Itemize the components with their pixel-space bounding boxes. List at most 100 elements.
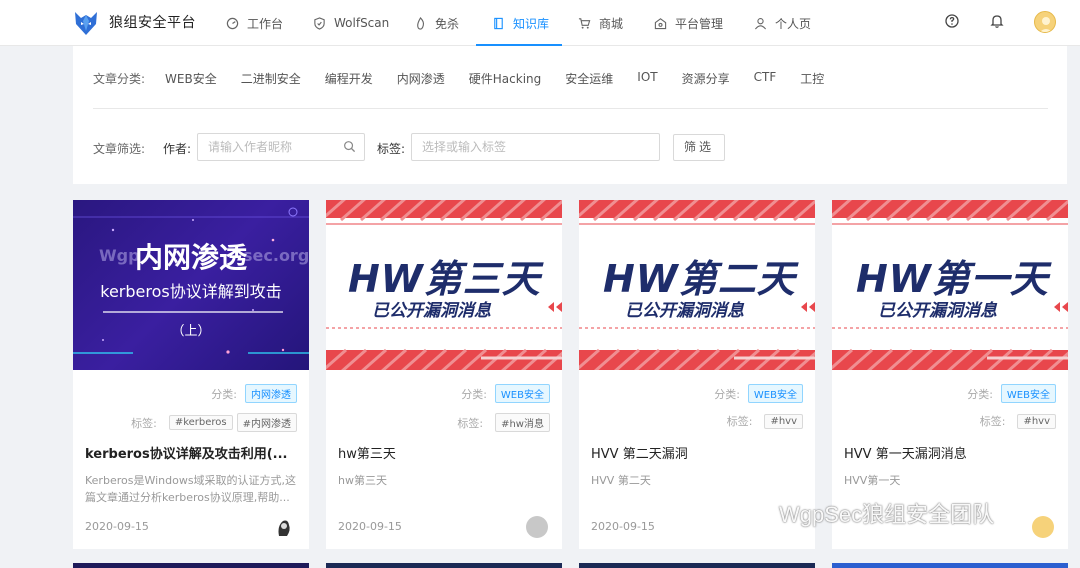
nav-wolfscan-label: WolfScan <box>334 16 390 30</box>
author-input-placeholder: 请输入作者昵称 <box>208 140 293 154</box>
tags-meta-label: 标签: <box>979 415 1006 428</box>
article-thumbnail[interactable]: Wgp sec.org 内网渗透 kerberos协议详解到攻击 （上） <box>73 200 309 370</box>
nav-bypass-label: 免杀 <box>435 16 460 31</box>
category-badge[interactable]: WEB安全 <box>747 384 803 403</box>
tag-badge[interactable]: #内网渗透 <box>236 413 297 432</box>
article-date: 2020-09-15 <box>85 520 149 533</box>
nav-workbench[interactable]: 工作台 <box>226 0 283 46</box>
category-programming[interactable]: 编程开发 <box>325 70 373 87</box>
article-card[interactable]: Wgp sec.org 内网渗透 kerberos协议详解到攻击 （上） 分类:… <box>73 200 309 549</box>
category-label: 文章分类: <box>93 72 146 86</box>
article-description: HVV 第二天 <box>591 474 651 487</box>
tag-input-placeholder: 选择或输入标签 <box>422 140 507 154</box>
author-avatar[interactable] <box>1032 516 1054 538</box>
nav-wolfscan[interactable]: WolfScan <box>313 0 389 46</box>
manage-icon <box>654 17 667 29</box>
article-description: HVV第一天 <box>844 474 901 487</box>
category-hardware[interactable]: 硬件Hacking <box>469 70 541 87</box>
tag-badge[interactable]: #hvv <box>1017 413 1056 429</box>
filter-panel: 文章分类: WEB安全 二进制安全 编程开发 内网渗透 硬件Hacking 安全… <box>73 46 1067 184</box>
cart-icon <box>578 17 591 29</box>
tag-badge[interactable]: #hw消息 <box>495 413 550 432</box>
author-avatar[interactable] <box>526 516 548 538</box>
tag-label: 标签: <box>377 142 406 156</box>
tags-meta-label: 标签: <box>726 415 753 428</box>
article-title[interactable]: hw第三天 <box>338 443 550 462</box>
tags-row: 标签: #kerberos #内网渗透 <box>131 413 297 432</box>
next-card-peek <box>579 563 815 568</box>
article-thumbnail[interactable]: HW第二天 已公开漏洞消息 <box>579 200 815 370</box>
category-web[interactable]: WEB安全 <box>165 70 217 87</box>
article-title[interactable]: kerberos协议详解及攻击利用(... <box>85 443 297 462</box>
next-card-peek <box>832 563 1068 568</box>
category-badge[interactable]: WEB安全 <box>494 384 550 403</box>
author-search-input[interactable]: 请输入作者昵称 <box>197 133 365 161</box>
article-card[interactable]: HW第三天 已公开漏洞消息 分类: WEB安全 标签: #hw消息 hw第三天 … <box>326 200 562 549</box>
category-badge[interactable]: 内网渗透 <box>245 384 297 403</box>
nav-bypass[interactable]: 免杀 <box>414 0 459 46</box>
brand-name[interactable]: 狼组安全平台 <box>109 12 196 32</box>
category-intranet[interactable]: 内网渗透 <box>397 70 445 87</box>
thumbnail-subtitle: kerberos协议详解到攻击 <box>100 282 282 301</box>
article-title[interactable]: HVV 第二天漏洞 <box>591 443 803 462</box>
category-iot[interactable]: IOT <box>637 70 657 87</box>
wolf-logo-icon[interactable] <box>72 9 100 37</box>
thumbnail-title: HW第一天 <box>856 257 1049 301</box>
search-icon[interactable] <box>343 140 356 153</box>
article-description: hw第三天 <box>338 474 387 487</box>
category-resources[interactable]: 资源分享 <box>682 70 730 87</box>
wechat-watermark: WgpSec狼组安全团队 <box>733 497 994 529</box>
category-meta-label: 分类: <box>211 387 237 401</box>
article-title[interactable]: HVV 第一天漏洞消息 <box>844 443 1056 462</box>
author-label: 作者: <box>163 142 192 156</box>
tag-badge[interactable]: #hvv <box>764 413 803 429</box>
thumbnail-subtitle: 已公开漏洞消息 <box>372 301 491 321</box>
thumbnail-title: HW第三天 <box>348 257 541 301</box>
category-badge[interactable]: WEB安全 <box>1000 384 1056 403</box>
article-description: Kerberos是Windows域采取的认证方式,这篇文章通过分析kerbero… <box>85 474 297 504</box>
nav-platform-admin[interactable]: 平台管理 <box>654 0 723 46</box>
nav-platform-admin-label: 平台管理 <box>675 16 724 31</box>
article-thumbnail[interactable]: HW第三天 已公开漏洞消息 <box>326 200 562 370</box>
nav-knowledge-base-label: 知识库 <box>513 16 550 31</box>
nav-knowledge-base[interactable]: 知识库 <box>492 0 549 46</box>
category-ops[interactable]: 安全运维 <box>565 70 613 87</box>
category-meta-label: 分类: <box>967 387 993 401</box>
category-row: 分类: WEB安全 <box>967 384 1056 403</box>
next-card-peek <box>73 563 309 568</box>
user-avatar[interactable] <box>1034 11 1056 33</box>
top-navbar: 狼组安全平台 工作台 WolfScan 免杀 知识库 商城 平台管理 个人页 <box>0 0 1080 46</box>
thumbnail-title: 内网渗透 <box>134 241 247 274</box>
shield-icon <box>314 16 325 30</box>
nav-profile[interactable]: 个人页 <box>754 0 811 46</box>
tags-row: 标签: #hvv <box>980 413 1056 429</box>
wechat-icon <box>735 500 770 526</box>
thumbnail-title: HW第二天 <box>603 257 796 301</box>
category-row: 分类: WEB安全 <box>714 384 803 403</box>
tag-badge[interactable]: #kerberos <box>168 415 233 430</box>
category-binary[interactable]: 二进制安全 <box>241 70 301 87</box>
nav-shop[interactable]: 商城 <box>578 0 623 46</box>
filter-divider <box>93 108 1048 109</box>
article-filter-label: 文章筛选: <box>93 142 146 156</box>
category-ctf[interactable]: CTF <box>754 70 777 87</box>
next-card-peek <box>326 563 562 568</box>
nav-shop-label: 商城 <box>599 16 624 31</box>
bell-icon[interactable] <box>989 13 1005 29</box>
tags-row: 标签: #hvv <box>727 413 803 429</box>
author-avatar[interactable] <box>273 516 295 538</box>
article-thumbnail[interactable]: HW第一天 已公开漏洞消息 <box>832 200 1068 370</box>
tags-meta-label: 标签: <box>131 416 157 430</box>
category-ics[interactable]: 工控 <box>800 70 824 87</box>
thumbnail-subtitle: 已公开漏洞消息 <box>878 301 997 321</box>
watermark-text: WgpSec狼组安全团队 <box>779 502 995 527</box>
category-meta-label: 分类: <box>714 387 740 401</box>
category-meta-label: 分类: <box>461 387 487 401</box>
book-icon <box>494 17 503 29</box>
tag-select-input[interactable]: 选择或输入标签 <box>411 133 660 161</box>
category-row: 分类: WEB安全 <box>461 384 550 403</box>
help-icon[interactable] <box>944 13 960 29</box>
tags-meta-label: 标签: <box>457 416 484 430</box>
fire-icon <box>417 16 425 30</box>
filter-button[interactable]: 筛选 <box>673 134 725 161</box>
